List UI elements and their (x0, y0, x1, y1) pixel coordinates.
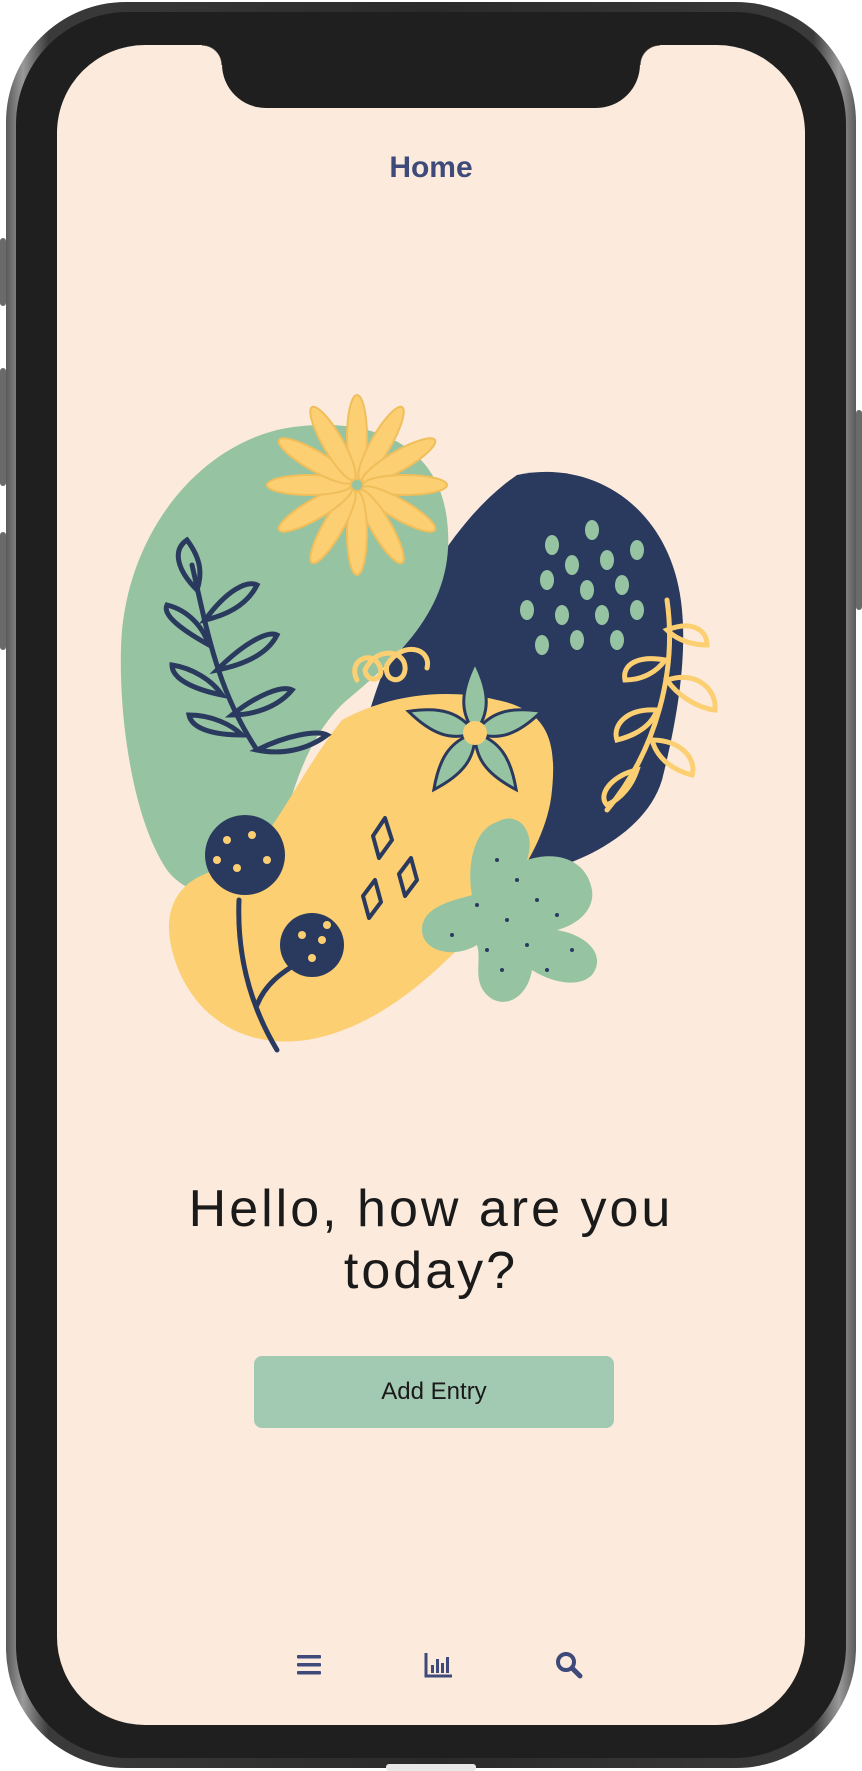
stats-chart-icon[interactable] (419, 1645, 459, 1685)
add-entry-button[interactable]: Add Entry (254, 1356, 614, 1428)
volume-down-button (0, 532, 6, 650)
mute-switch (0, 238, 6, 306)
app-screen: Home Hello, how are you today? Add Entry (57, 45, 805, 1725)
power-button (856, 410, 862, 610)
page-title: Home (389, 151, 473, 184)
volume-up-button (0, 368, 6, 486)
home-indicator (386, 1764, 476, 1771)
menu-icon[interactable] (289, 1645, 329, 1685)
greeting-heading: Hello, how are you today? (188, 1180, 674, 1300)
search-icon[interactable] (549, 1645, 589, 1685)
bottom-nav (57, 1645, 805, 1695)
notch (202, 45, 660, 108)
botanical-illustration (120, 394, 718, 1053)
